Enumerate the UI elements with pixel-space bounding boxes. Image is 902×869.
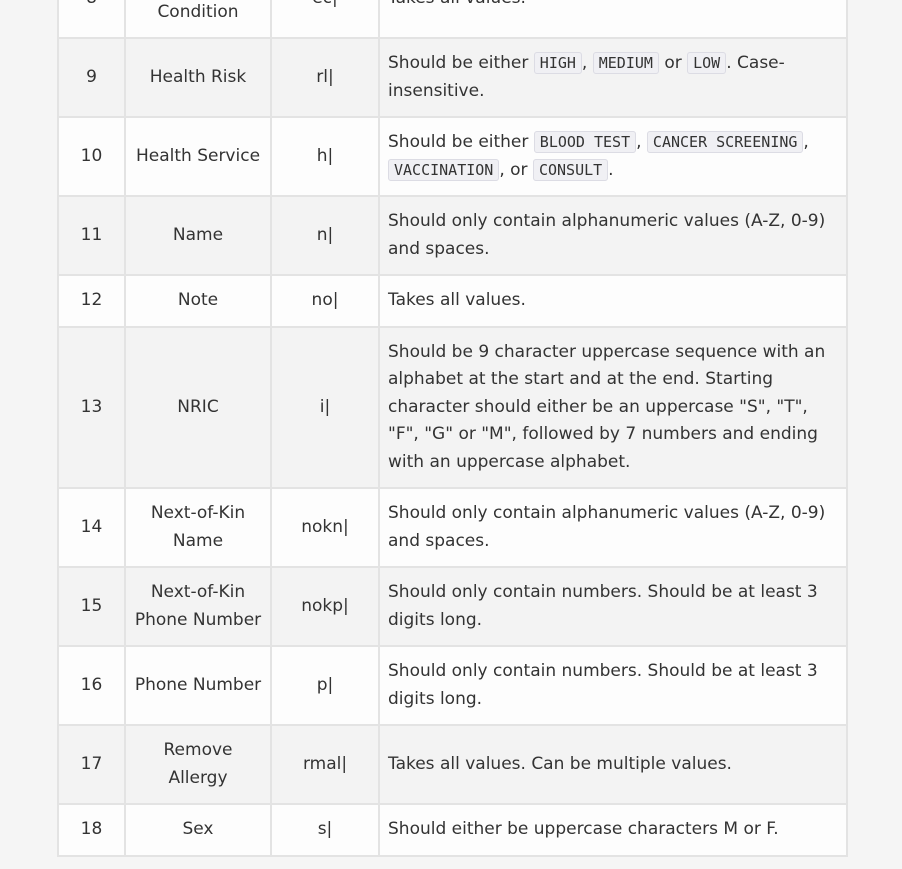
table-row: 10 Health Service h| Should be either BLOOD… xyxy=(57,116,848,197)
row-index: 8 xyxy=(57,0,126,39)
parameter-name: Health Service xyxy=(124,116,272,197)
constraint-text: Should only contain numbers. Should be a… xyxy=(388,582,818,630)
parameter-name: Existing Condition xyxy=(124,0,272,39)
parameter-prefix: i| xyxy=(270,325,380,489)
parameter-constraint: Takes all values. xyxy=(378,274,848,328)
table-row: 9 Health Risk rl| Should be either HIGH, ME… xyxy=(57,37,848,118)
table-row: 14 Next-of-Kin Name nokn| Should only conta… xyxy=(57,487,848,568)
table-row: 8Existing Conditionec| Takes all values. xyxy=(57,0,848,39)
parameter-name: Remove Allergy xyxy=(124,724,272,805)
parameter-prefix: rmal| xyxy=(270,724,380,805)
inline-code: BLOOD TEST xyxy=(533,131,637,153)
parameter-constraint: Should only contain alphanumeric values … xyxy=(378,195,848,276)
parameter-prefix: ec| xyxy=(270,0,380,39)
parameter-constraint: Takes all values. xyxy=(378,0,848,39)
parameter-prefix: s| xyxy=(270,803,380,857)
row-index: 18 xyxy=(57,803,126,857)
constraint-text: Should only contain alphanumeric values … xyxy=(388,503,826,551)
parameter-prefix: nokn| xyxy=(270,487,380,568)
parameter-name: Sex xyxy=(124,803,272,857)
constraint-text: . xyxy=(608,159,614,180)
parameter-prefix: h| xyxy=(270,116,380,197)
table-row: 13 NRIC i| Should be 9 character uppercase … xyxy=(57,325,848,489)
parameter-constraint: Should only contain numbers. Should be a… xyxy=(378,566,848,647)
row-index: 17 xyxy=(57,724,126,805)
parameter-constraint: Should only contain alphanumeric values … xyxy=(378,487,848,568)
table-row: 15 Next-of-Kin Phone Number nokp| Should on… xyxy=(57,566,848,647)
constraint-text: Takes all values. xyxy=(388,290,526,310)
row-index: 10 xyxy=(57,116,126,197)
constraint-text: Should be 9 character uppercase sequence… xyxy=(388,341,826,472)
parameter-prefix: n| xyxy=(270,195,380,276)
inline-code: LOW xyxy=(687,52,727,74)
constraint-text: Should be either xyxy=(388,53,534,73)
constraint-text: or xyxy=(658,53,688,73)
row-index: 15 xyxy=(57,566,126,647)
table-row: 12 Note no| Takes all values. xyxy=(57,274,848,328)
row-index: 16 xyxy=(57,645,126,726)
table-row: 18 Sex s| Should either be uppercase charac… xyxy=(57,803,848,857)
inline-code: MEDIUM xyxy=(592,52,659,74)
parameter-name: Name xyxy=(124,195,272,276)
inline-code: CANCER SCREENING xyxy=(646,131,804,153)
parameter-name: Next-of-Kin Name xyxy=(124,487,272,568)
constraint-text: , xyxy=(803,132,809,152)
constraint-text: , xyxy=(581,53,593,73)
inline-code: CONSULT xyxy=(532,158,609,181)
parameter-name: Next-of-Kin Phone Number xyxy=(124,566,272,647)
constraint-text: , xyxy=(636,132,647,152)
parameter-name: NRIC xyxy=(124,325,272,489)
table-row: 11 Name n| Should only contain alphanumeric… xyxy=(57,195,848,276)
constraint-text: Should either be uppercase characters M … xyxy=(388,819,779,839)
parameter-name: Health Risk xyxy=(124,37,272,118)
constraint-text: Should only contain alphanumeric values … xyxy=(388,211,826,259)
inline-code: HIGH xyxy=(533,52,582,74)
parameter-table: 8Existing Conditionec| Takes all values. 9… xyxy=(57,0,848,857)
constraint-text: Should be either xyxy=(388,132,534,152)
table-row: 16 Phone Number p| Should only contain numb… xyxy=(57,645,848,726)
parameter-prefix: nokp| xyxy=(270,566,380,647)
constraint-text: , or xyxy=(499,159,533,180)
row-index: 11 xyxy=(57,195,126,276)
parameter-constraint: Should only contain numbers. Should be a… xyxy=(378,645,848,726)
inline-code: VACCINATION xyxy=(388,158,500,181)
constraint-text: Should only contain numbers. Should be a… xyxy=(388,661,818,709)
parameter-constraint: Should be 9 character uppercase sequence… xyxy=(378,325,848,489)
row-index: 9 xyxy=(57,37,126,118)
parameter-constraint: Should either be uppercase characters M … xyxy=(378,803,848,857)
parameter-name: Phone Number xyxy=(124,645,272,726)
row-index: 14 xyxy=(57,487,126,568)
parameter-name: Note xyxy=(124,274,272,328)
parameter-constraint: Should be either HIGH, MEDIUM or LOW. Ca… xyxy=(378,37,848,118)
page: 8Existing Conditionec| Takes all values. 9… xyxy=(0,0,902,869)
constraint-text: Takes all values. Can be multiple values… xyxy=(388,753,732,774)
constraint-text: Takes all values. xyxy=(388,0,526,8)
parameter-prefix: rl| xyxy=(270,37,380,118)
parameter-constraint: Should be either BLOOD TEST, CANCER SCRE… xyxy=(378,116,848,197)
row-index: 13 xyxy=(57,325,126,489)
parameter-prefix: no| xyxy=(270,274,380,328)
table-row: 17 Remove Allergy rmal| Takes all values. C… xyxy=(57,724,848,805)
row-index: 12 xyxy=(57,274,126,328)
parameter-table-body: 8Existing Conditionec| Takes all values. 9… xyxy=(57,0,848,857)
parameter-prefix: p| xyxy=(270,645,380,726)
parameter-constraint: Takes all values. Can be multiple values… xyxy=(378,724,848,805)
